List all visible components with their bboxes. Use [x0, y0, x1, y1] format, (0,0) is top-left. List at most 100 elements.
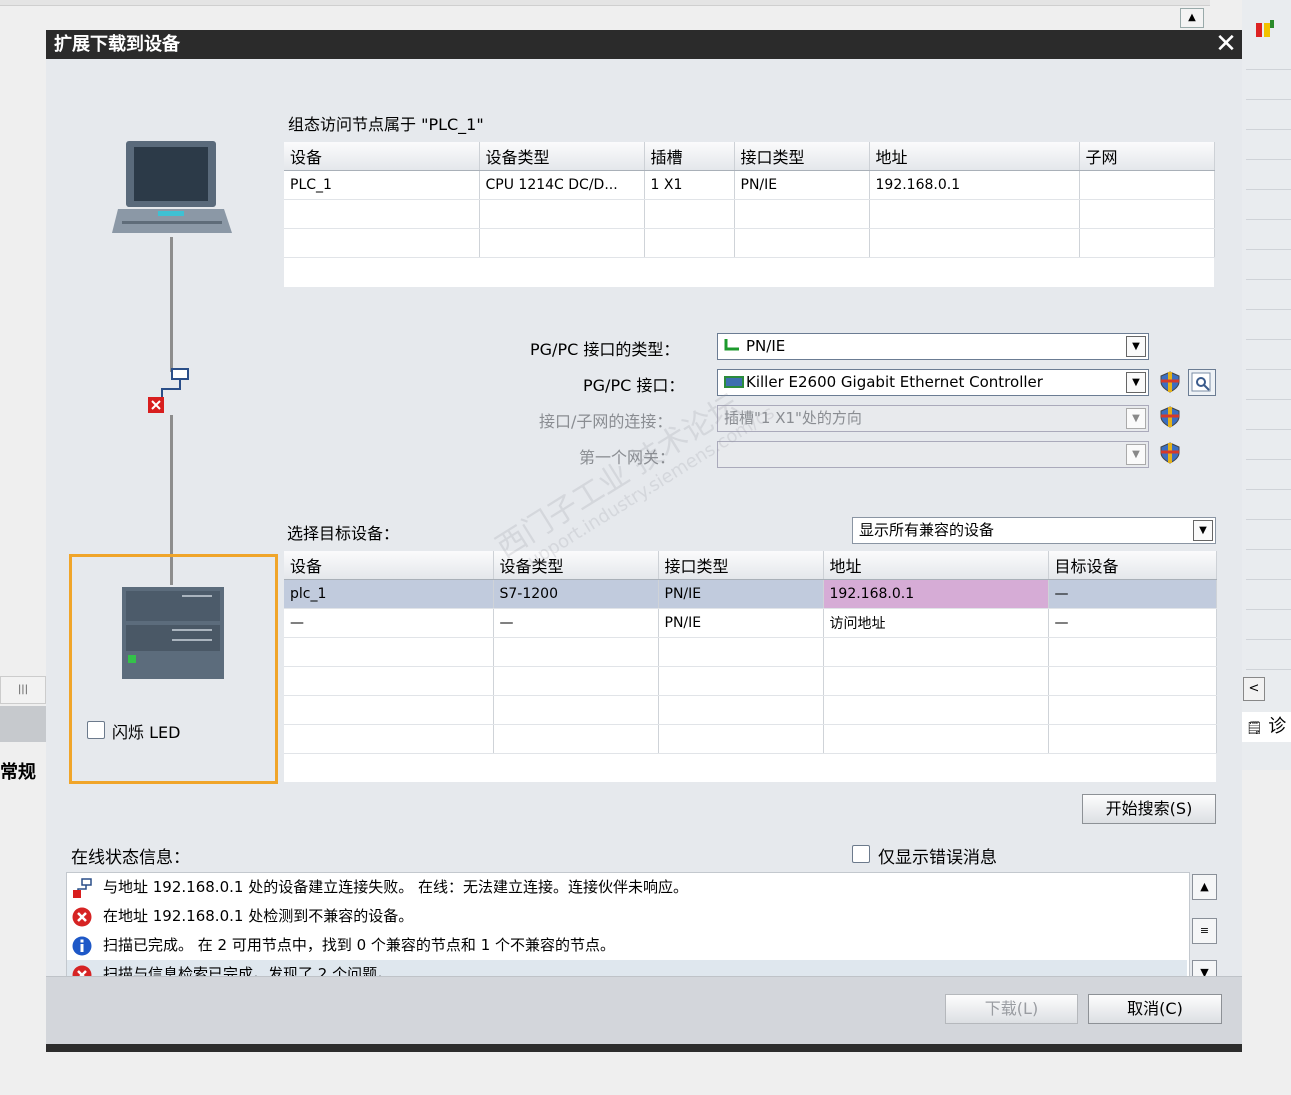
target-col-target[interactable]: 目标设备: [1048, 551, 1217, 580]
target-table: 设备 设备类型 接口类型 地址 目标设备 plc_1 S7-1200 PN/IE…: [284, 551, 1217, 754]
errors-only-checkbox[interactable]: [852, 845, 870, 863]
table-row: [284, 695, 1217, 725]
cell-iface: PN/IE: [734, 170, 870, 200]
shield-icon[interactable]: [1160, 442, 1180, 464]
pgpc-type-label: PG/PC 接口的类型：: [530, 340, 680, 359]
cell-iface: PN/IE: [658, 608, 824, 638]
pgpc-type-value: PN/IE: [746, 337, 786, 355]
pn-ie-icon: [724, 339, 739, 351]
laptop-icon: [112, 141, 232, 233]
target-col-device[interactable]: 设备: [284, 551, 494, 580]
config-table: 设备 设备类型 插槽 接口类型 地址 子网 PLC_1 CPU 1214C DC…: [284, 142, 1215, 258]
table-row[interactable]: PLC_1 CPU 1214C DC/D... 1 X1 PN/IE 192.1…: [284, 170, 1215, 200]
status-label: 在线状态信息：: [71, 848, 190, 868]
table-row: [284, 724, 1217, 754]
cell-target: —: [1048, 579, 1217, 609]
config-col-type[interactable]: 设备类型: [479, 142, 645, 171]
connection-line-top: [170, 237, 173, 372]
scroll-up-button[interactable]: ▲: [1192, 874, 1217, 900]
table-row[interactable]: — — PN/IE 访问地址 —: [284, 608, 1217, 638]
plc-device-icon: [122, 587, 224, 679]
cell-device: PLC_1: [284, 170, 480, 200]
table-row[interactable]: plc_1 S7-1200 PN/IE 192.168.0.1 —: [284, 579, 1217, 609]
background-scroll-handle[interactable]: |||: [0, 676, 46, 704]
gateway-select: ▼: [717, 441, 1149, 468]
pgpc-iface-select[interactable]: Killer E2600 Gigabit Ethernet Controller…: [717, 369, 1149, 396]
table-row: [284, 637, 1217, 667]
dialog-content: 闪烁 LED 组态访问节点属于 "PLC_1" 设备 设备类型 插槽 接口类型 …: [46, 59, 1242, 989]
dialog-footer: 下载(L) 取消(C): [46, 976, 1242, 1044]
shield-icon[interactable]: [1160, 371, 1180, 393]
flash-led-checkbox[interactable]: [87, 721, 105, 739]
chevron-down-icon[interactable]: ▼: [1126, 336, 1146, 357]
background-scroll-up-button[interactable]: ▲: [1180, 8, 1204, 28]
background-scroll-left-button[interactable]: <: [1243, 677, 1265, 701]
config-col-iface[interactable]: 接口类型: [734, 142, 870, 171]
config-col-address[interactable]: 地址: [869, 142, 1080, 171]
cell-address[interactable]: 192.168.0.1: [823, 579, 1049, 609]
download-button[interactable]: 下载(L): [945, 994, 1078, 1024]
background-left-panel: ||| 常规: [0, 676, 46, 783]
config-table-wrap: 设备 设备类型 插槽 接口类型 地址 子网 PLC_1 CPU 1214C DC…: [284, 142, 1215, 287]
list-item[interactable]: 与地址 192.168.0.1 处的设备建立连接失败。 在线：无法建立连接。连接…: [67, 873, 1187, 902]
chevron-down-icon: ▼: [1126, 444, 1146, 465]
pgpc-type-select[interactable]: PN/IE ▼: [717, 333, 1149, 360]
cancel-button[interactable]: 取消(C): [1088, 994, 1222, 1024]
cell-target: —: [1048, 608, 1217, 638]
target-table-wrap: 设备 设备类型 接口类型 地址 目标设备 plc_1 S7-1200 PN/IE…: [284, 551, 1217, 782]
cell-type: S7-1200: [493, 579, 659, 609]
close-button[interactable]: ✕: [1212, 30, 1240, 59]
table-row: [284, 228, 1215, 258]
scroll-thumb[interactable]: ≡: [1192, 918, 1217, 944]
target-col-address[interactable]: 地址: [823, 551, 1049, 580]
chevron-down-icon: ▼: [1126, 408, 1146, 429]
properties-button[interactable]: [1188, 369, 1216, 396]
start-search-button[interactable]: 开始搜索(S): [1082, 794, 1216, 824]
list-item[interactable]: 扫描已完成。 在 2 可用节点中，找到 0 个兼容的节点和 1 个不兼容的节点。: [67, 931, 1187, 960]
status-message-list[interactable]: 与地址 192.168.0.1 处的设备建立连接失败。 在线：无法建立连接。连接…: [66, 872, 1190, 989]
chevron-down-icon[interactable]: ▼: [1193, 520, 1213, 541]
cell-iface: PN/IE: [658, 579, 824, 609]
network-error-icon: [73, 878, 92, 898]
cell-type: CPU 1214C DC/D...: [479, 170, 645, 200]
target-filter-select[interactable]: 显示所有兼容的设备 ▼: [852, 517, 1216, 544]
message-text: 与地址 192.168.0.1 处的设备建立连接失败。 在线：无法建立连接。连接…: [103, 878, 688, 896]
config-col-slot[interactable]: 插槽: [644, 142, 735, 171]
network-error-icon: [148, 368, 189, 413]
target-col-iface[interactable]: 接口类型: [658, 551, 824, 580]
background-tab-diagnostics[interactable]: 🗒 诊: [1242, 712, 1291, 742]
pgpc-iface-value: Killer E2600 Gigabit Ethernet Controller: [746, 373, 1043, 391]
cell-address[interactable]: 访问地址: [823, 608, 1049, 638]
chevron-down-icon[interactable]: ▼: [1126, 372, 1146, 393]
background-tab-general[interactable]: 常规: [0, 758, 36, 784]
cell-address: 192.168.0.1: [869, 170, 1080, 200]
network-card-icon: [724, 376, 744, 388]
shield-icon[interactable]: [1160, 406, 1180, 428]
flash-led-label: 闪烁 LED: [112, 723, 181, 742]
target-label: 选择目标设备：: [287, 524, 400, 543]
config-heading: 组态访问节点属于 "PLC_1": [288, 115, 484, 134]
message-text: 在地址 192.168.0.1 处检测到不兼容的设备。: [103, 907, 414, 925]
conn-value: 插槽"1 X1"处的方向: [724, 409, 862, 427]
background-toolbar: [0, 0, 1210, 6]
extended-download-dialog: 扩展下载到设备 ✕ 闪烁 LED 组态访问节点属于 "PLC_1" 设备 设备类…: [46, 30, 1242, 1052]
config-col-device[interactable]: 设备: [284, 142, 480, 171]
pgpc-iface-label: PG/PC 接口：: [583, 376, 685, 395]
target-col-type[interactable]: 设备类型: [493, 551, 659, 580]
errors-only-label: 仅显示错误消息: [878, 848, 997, 868]
cell-subnet: [1079, 170, 1215, 200]
table-row: [284, 199, 1215, 229]
message-scrollbar[interactable]: ▲ ≡ ▼: [1190, 872, 1220, 988]
error-icon: [72, 907, 92, 927]
cell-device: —: [284, 608, 494, 638]
table-row: [284, 666, 1217, 696]
conn-select: 插槽"1 X1"处的方向 ▼: [717, 405, 1149, 432]
diagnostics-icon: 🗒: [1246, 721, 1263, 736]
info-icon: [72, 936, 92, 956]
background-tool-icon[interactable]: [1254, 20, 1276, 42]
dialog-titlebar: 扩展下载到设备 ✕: [46, 30, 1242, 59]
config-col-subnet[interactable]: 子网: [1079, 142, 1215, 171]
target-filter-value: 显示所有兼容的设备: [859, 521, 995, 539]
magnifier-icon: [1191, 372, 1211, 392]
list-item[interactable]: 在地址 192.168.0.1 处检测到不兼容的设备。: [67, 902, 1187, 931]
